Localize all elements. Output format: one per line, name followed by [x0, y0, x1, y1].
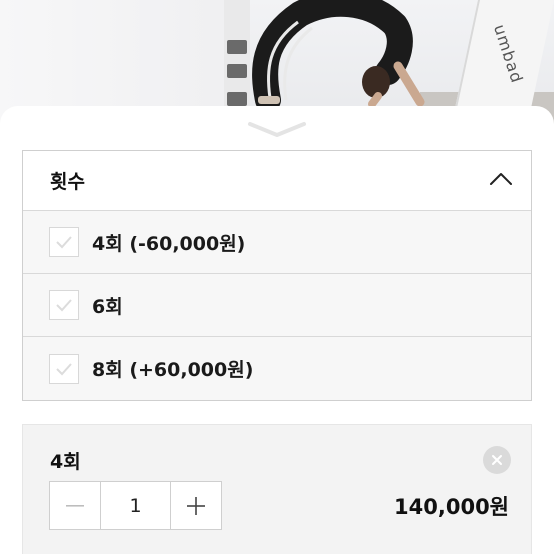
close-icon[interactable]: [483, 446, 511, 474]
check-icon: [56, 236, 72, 249]
selected-option-price: 140,000원: [394, 495, 509, 519]
plus-icon: [187, 496, 205, 515]
option-item-label: 4회 (-60,000원): [92, 232, 246, 255]
check-icon: [56, 362, 72, 375]
chevron-down-icon[interactable]: [246, 120, 308, 144]
option-item[interactable]: 4회 (-60,000원): [23, 211, 531, 274]
option-checkbox[interactable]: [49, 353, 79, 384]
option-checkbox[interactable]: [49, 227, 79, 257]
option-select-title: 횟수: [50, 171, 85, 193]
option-item-label: 6회: [92, 295, 123, 318]
quantity-input[interactable]: 1: [100, 482, 171, 529]
option-select: 횟수 4회 (-60,000원) 6회 8회 (+60,000원): [22, 150, 532, 401]
increase-button[interactable]: [171, 482, 221, 529]
minus-icon: [66, 504, 84, 507]
option-item[interactable]: 8회 (+60,000원): [23, 337, 531, 400]
quantity-stepper: 1: [49, 481, 222, 530]
check-icon: [56, 299, 72, 312]
option-item-label: 8회 (+60,000원): [92, 359, 254, 381]
selected-option-name: 4회: [50, 451, 81, 473]
option-checkbox[interactable]: [49, 290, 79, 320]
option-item[interactable]: 6회: [23, 274, 531, 337]
chevron-up-icon[interactable]: [489, 171, 513, 191]
selected-option-card: 4회 1 140,000원: [22, 424, 532, 554]
decrease-button[interactable]: [50, 482, 100, 529]
option-select-header[interactable]: 횟수: [23, 151, 531, 211]
